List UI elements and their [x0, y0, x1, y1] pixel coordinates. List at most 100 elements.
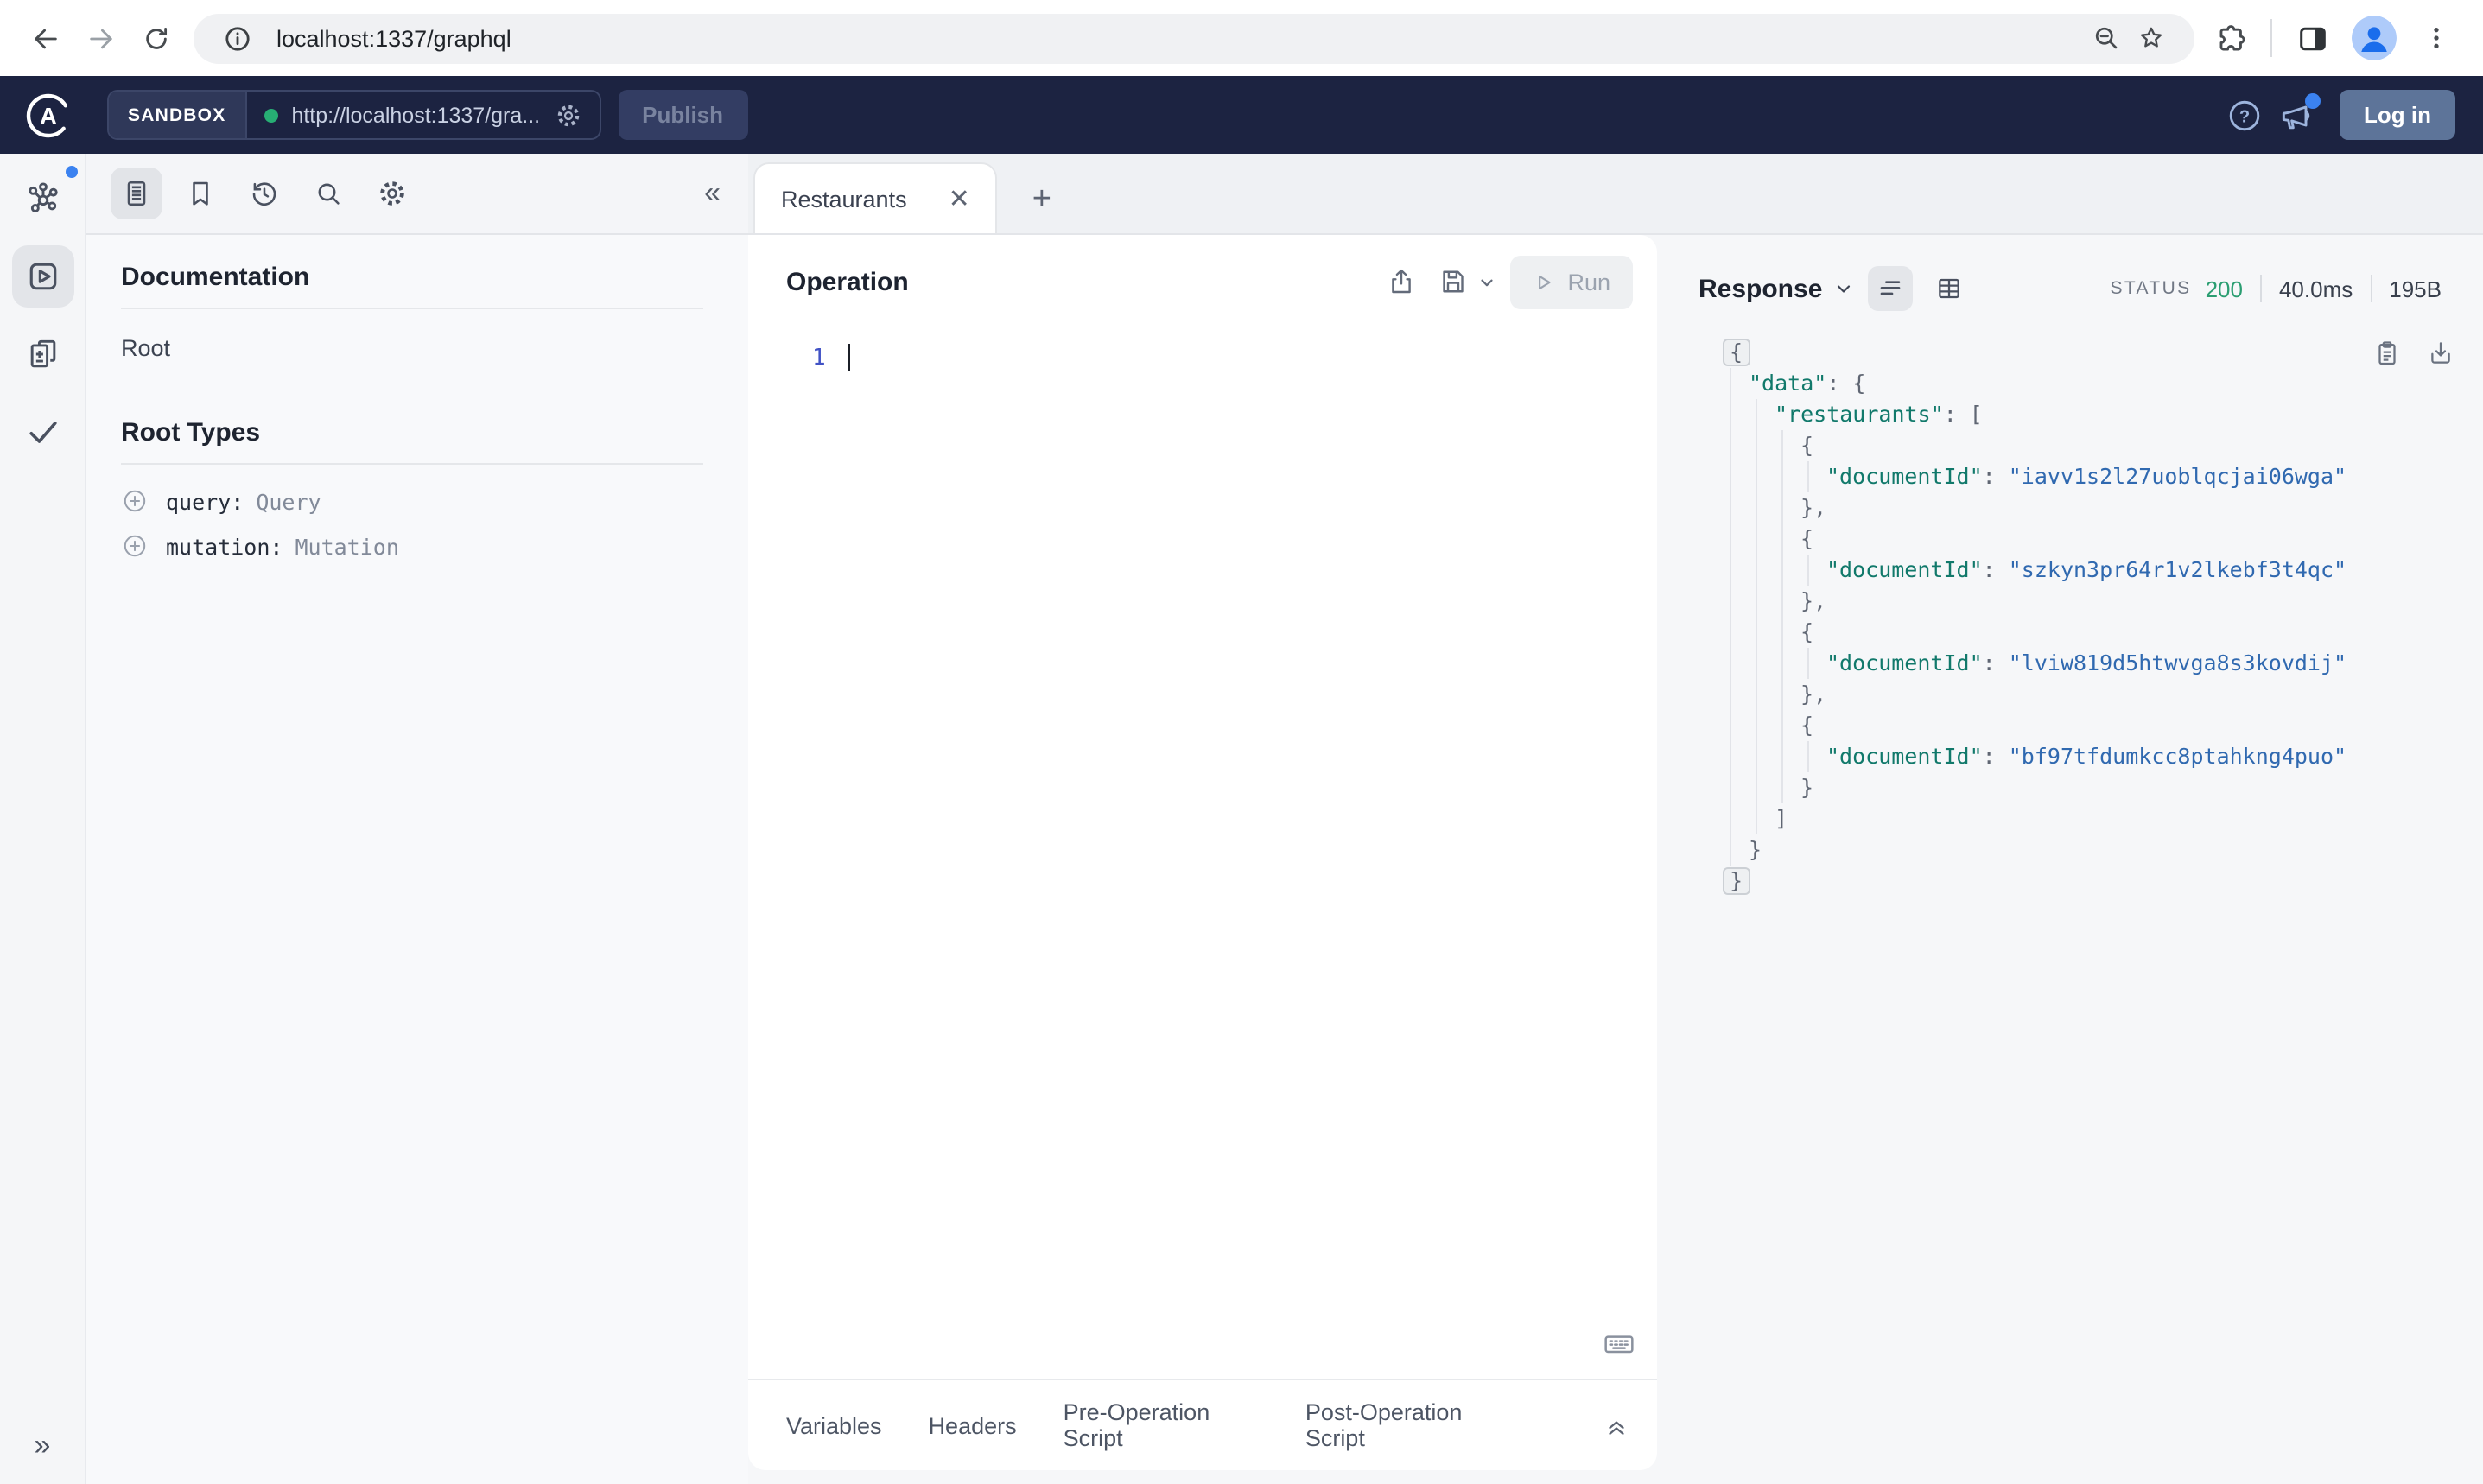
collapse-docs-panel-button[interactable]: « [704, 176, 724, 211]
json-line: ] [1723, 803, 2442, 834]
bookmark-star-icon[interactable] [2129, 16, 2174, 60]
docs-root-link[interactable]: Root [121, 335, 703, 361]
docs-toolbar: « [86, 154, 748, 235]
expand-rail-button[interactable]: » [35, 1429, 51, 1463]
json-token-punc: : { [1826, 370, 1866, 396]
endpoint-url-text: http://localhost:1337/gra... [291, 103, 541, 127]
tab-post-operation-script[interactable]: Post-Operation Script [1305, 1399, 1510, 1451]
app-root: localhost:1337/graphql A SANDBOX http://… [0, 0, 2483, 1484]
endpoint-url-input[interactable]: http://localhost:1337/gra... [246, 92, 599, 138]
document-lines-icon [121, 178, 152, 209]
save-floppy-icon[interactable] [1432, 257, 1474, 306]
json-line: "documentId": "szkyn3pr64r1v2lkebf3t4qc" [1723, 555, 2442, 586]
rail-schema-button[interactable] [11, 162, 80, 230]
indent-guide [1775, 648, 1800, 679]
share-operation-button[interactable] [1377, 257, 1426, 306]
docs-tab-bookmarks-button[interactable] [175, 168, 226, 219]
json-token-punc: : [1982, 556, 2009, 582]
response-dropdown-chevron-icon[interactable] [1832, 278, 1853, 299]
close-tab-icon[interactable]: ✕ [949, 186, 970, 212]
rail-checklist-button[interactable] [11, 401, 73, 463]
apollo-logo[interactable]: A [24, 91, 73, 139]
root-type-mutation-row[interactable]: mutation: Mutation [121, 532, 703, 560]
notification-dot [2305, 92, 2321, 108]
response-size: 195B [2389, 276, 2442, 301]
json-collapse-toggle[interactable]: } [1723, 867, 1750, 895]
json-token-key: "documentId" [1826, 650, 1983, 675]
docs-tab-history-button[interactable] [238, 168, 290, 219]
docs-tab-documentation-button[interactable] [111, 168, 162, 219]
indent-guide [1775, 679, 1800, 710]
json-token-punc: } [1730, 867, 1743, 893]
indent-guide [1749, 586, 1775, 617]
json-token-key: "restaurants" [1775, 401, 1944, 427]
json-line: }, [1723, 492, 2442, 523]
json-token-punc: { [1800, 525, 1814, 551]
docs-tab-search-button[interactable] [302, 168, 354, 219]
run-button[interactable]: Run [1510, 255, 1633, 308]
publish-button[interactable]: Publish [618, 90, 748, 140]
collapse-footer-chevrons-icon[interactable] [1603, 1412, 1629, 1438]
indent-guide [1723, 617, 1749, 648]
root-types-title: Root Types [121, 418, 261, 447]
json-token-punc: { [1800, 618, 1814, 644]
schema-graph-icon [23, 180, 61, 218]
divider [121, 463, 703, 465]
profile-avatar[interactable] [2352, 16, 2397, 60]
history-clock-icon [249, 178, 280, 209]
announcements-megaphone-icon[interactable] [2270, 89, 2322, 141]
schema-notification-dot [61, 162, 80, 181]
operation-editor[interactable]: 1 [748, 328, 1657, 1379]
json-token-str: "bf97tfdumkcc8ptahkng4puo" [2008, 743, 2347, 769]
extensions-icon[interactable] [2208, 16, 2253, 60]
table-icon [1934, 275, 1962, 302]
indent-guide [1775, 461, 1800, 492]
view-table-button[interactable] [1926, 266, 1971, 311]
text-cursor [848, 343, 851, 371]
root-type-query-row[interactable]: query: Query [121, 487, 703, 515]
view-json-button[interactable] [1867, 266, 1913, 311]
indent-guide [1749, 803, 1775, 834]
site-info-icon[interactable] [214, 16, 259, 60]
rail-explorer-button[interactable] [11, 245, 73, 308]
root-type-value[interactable]: Query [256, 488, 321, 514]
copy-response-icon[interactable] [2372, 339, 2402, 368]
endpoint-settings-gear-icon[interactable] [554, 101, 581, 129]
address-bar[interactable]: localhost:1337/graphql [194, 13, 2194, 63]
browser-forward-button[interactable] [73, 10, 128, 66]
json-collapse-toggle[interactable]: { [1723, 339, 1750, 366]
rail-collections-button[interactable] [11, 323, 73, 385]
root-type-value[interactable]: Mutation [295, 533, 398, 559]
browser-back-button[interactable] [17, 10, 73, 66]
plus-circle-icon[interactable] [121, 487, 149, 515]
url-text: localhost:1337/graphql [276, 25, 511, 51]
indent-guide [1749, 399, 1775, 430]
browser-refresh-button[interactable] [128, 10, 183, 66]
download-response-icon[interactable] [2426, 339, 2455, 368]
indent-guide [1775, 430, 1800, 461]
response-time: 40.0ms [2278, 276, 2353, 301]
json-token-punc: }, [1800, 587, 1827, 613]
browser-menu-icon[interactable] [2414, 16, 2459, 60]
json-token-str: "szkyn3pr64r1v2lkebf3t4qc" [2008, 556, 2347, 582]
tab-restaurants[interactable]: Restaurants ✕ [753, 162, 998, 233]
side-panel-icon[interactable] [2289, 16, 2334, 60]
json-token-key: "documentId" [1826, 556, 1983, 582]
tab-pre-operation-script[interactable]: Pre-Operation Script [1064, 1399, 1259, 1451]
help-icon[interactable]: ? [2219, 89, 2270, 141]
docs-tab-settings-button[interactable] [366, 168, 418, 219]
save-dropdown-chevron-icon[interactable] [1477, 272, 1496, 291]
new-tab-button[interactable]: + [1032, 183, 1051, 216]
plus-circle-icon[interactable] [121, 532, 149, 560]
keyboard-shortcuts-icon[interactable] [1602, 1327, 1636, 1361]
status-label: STATUS [2110, 278, 2192, 299]
zoom-out-icon[interactable] [2084, 16, 2129, 60]
tab-variables[interactable]: Variables [786, 1412, 882, 1438]
tab-label: Restaurants [781, 186, 907, 212]
indent-guide [1749, 492, 1775, 523]
tab-headers[interactable]: Headers [929, 1412, 1017, 1438]
browser-chrome: localhost:1337/graphql [0, 0, 2483, 76]
workspace: » « Documentation Root Root Types query:… [0, 154, 2483, 1484]
play-icon [1533, 270, 1555, 293]
login-button[interactable]: Log in [2340, 90, 2455, 140]
